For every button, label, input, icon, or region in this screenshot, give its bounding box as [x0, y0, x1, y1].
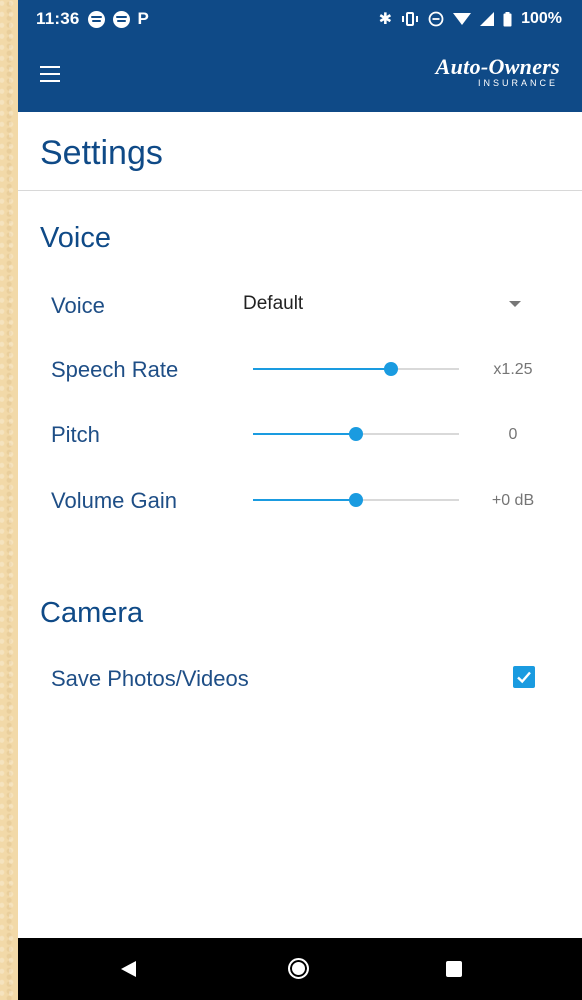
status-time: 11:36 — [36, 9, 80, 28]
bluetooth-icon: ✱ — [378, 11, 393, 28]
status-bar: 11:36 P ✱ 100% — [18, 0, 582, 38]
system-nav-bar — [18, 938, 582, 1000]
slider-fill — [253, 499, 356, 501]
divider — [18, 190, 582, 191]
app-bar: Auto-Owners INSURANCE — [18, 38, 582, 112]
battery-percent: 100% — [521, 10, 562, 27]
section-title-camera: Camera — [40, 597, 144, 629]
voice-dropdown-value[interactable]: Default — [243, 293, 303, 315]
app-logo: Auto-Owners INSURANCE — [436, 54, 560, 88]
volume-gain-slider[interactable] — [253, 493, 459, 507]
volume-gain-value: +0 dB — [491, 492, 535, 509]
spotify-icon — [112, 10, 130, 28]
speech-rate-slider[interactable] — [253, 362, 459, 376]
checkmark-icon — [517, 671, 531, 684]
wifi-icon — [453, 12, 472, 26]
pitch-label: Pitch — [51, 422, 100, 447]
pandora-icon: P — [137, 9, 149, 28]
speech-rate-value: x1.25 — [493, 361, 533, 378]
slider-thumb[interactable] — [384, 362, 399, 376]
hamburger-menu-icon[interactable] — [40, 66, 60, 82]
voice-label: Voice — [51, 293, 105, 318]
pitch-slider[interactable] — [253, 427, 459, 441]
do-not-disturb-icon — [428, 11, 444, 27]
section-title-voice: Voice — [40, 222, 111, 254]
slider-thumb[interactable] — [349, 427, 363, 441]
save-photos-label: Save Photos/Videos — [51, 666, 249, 691]
pitch-value: 0 — [508, 426, 518, 443]
cell-signal-icon — [480, 12, 495, 26]
slider-thumb[interactable] — [349, 493, 363, 507]
phone-screen: 11:36 P ✱ 100% Auto-Owners INSURANCE Set… — [18, 0, 582, 1000]
save-photos-checkbox[interactable] — [513, 666, 535, 688]
home-icon[interactable] — [288, 958, 309, 979]
slider-fill — [253, 433, 356, 435]
page-title: Settings — [40, 134, 163, 172]
speech-rate-label: Speech Rate — [51, 357, 179, 382]
chevron-down-icon[interactable] — [509, 301, 521, 307]
back-icon[interactable] — [121, 961, 136, 977]
spotify-icon — [87, 10, 105, 28]
recent-apps-icon[interactable] — [446, 961, 462, 977]
vibrate-icon — [401, 12, 419, 26]
logo-brand: Auto-Owners — [435, 54, 560, 79]
slider-fill — [253, 368, 392, 370]
volume-gain-label: Volume Gain — [51, 488, 177, 513]
battery-icon — [503, 11, 512, 27]
